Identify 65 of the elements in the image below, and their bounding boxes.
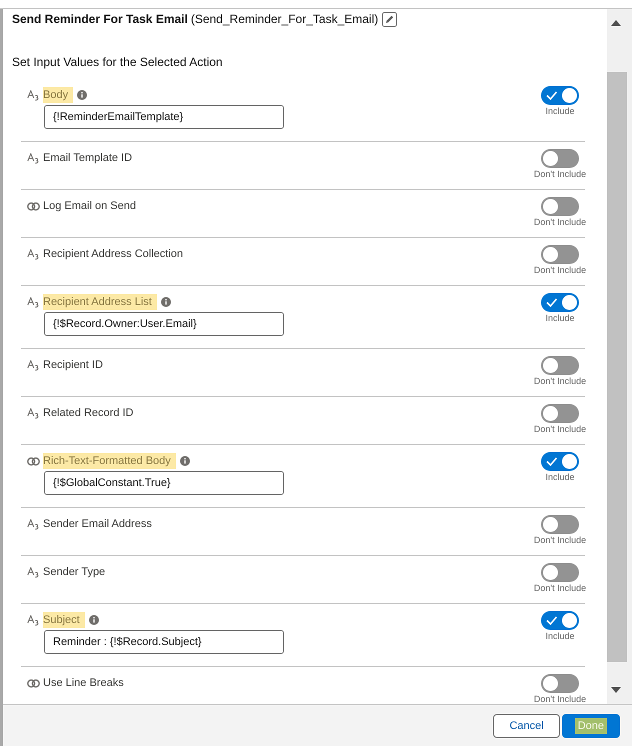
toggle-switch[interactable] — [541, 356, 579, 375]
toggle-caption: Don't Include — [534, 376, 586, 387]
toggle-caption: Don't Include — [534, 535, 586, 546]
toggle-caption: Include — [545, 631, 575, 642]
toggle-caption: Don't Include — [534, 169, 586, 180]
field-label: Sender Type — [43, 565, 106, 580]
field-label: Sender Email Address — [43, 517, 152, 532]
toggle-switch[interactable] — [541, 674, 579, 693]
text-type-icon — [27, 90, 40, 100]
toggle-caption: Include — [545, 106, 575, 117]
linked-rings-icon — [27, 456, 40, 466]
toggle-switch[interactable] — [541, 197, 579, 216]
input-field[interactable]: Reminder : {!$Record.Subject} — [44, 630, 284, 654]
linked-rings-icon — [27, 202, 40, 210]
toggle-switch[interactable] — [541, 149, 579, 168]
info-icon[interactable] — [160, 297, 171, 307]
toggle-caption: Don't Include — [534, 217, 586, 228]
field-label: Related Record ID — [43, 406, 134, 421]
text-type-icon — [27, 518, 40, 530]
field-label: Log Email on Send — [43, 199, 136, 214]
field-label: Subject — [43, 612, 85, 628]
toggle-caption: Don't Include — [534, 583, 586, 594]
info-icon[interactable] — [88, 615, 99, 625]
toggle-switch[interactable] — [541, 611, 579, 630]
field-label: Rich-Text-Formatted Body — [43, 453, 176, 469]
toggle-caption: Include — [545, 313, 575, 324]
edit-pencil-icon[interactable] — [382, 12, 398, 26]
toggle-switch[interactable] — [541, 245, 579, 264]
text-type-icon — [27, 566, 40, 578]
action-api-name: (Send_Reminder_For_Task_Email) — [190, 12, 378, 26]
toggle-caption: Don't Include — [534, 424, 586, 435]
field-label: Recipient Address Collection — [43, 247, 184, 262]
text-type-icon — [27, 360, 40, 370]
toggle-switch[interactable] — [541, 404, 579, 423]
info-icon[interactable] — [180, 456, 190, 466]
field-label: Recipient ID — [43, 358, 103, 373]
toggle-caption: Include — [545, 472, 575, 483]
toggle-switch[interactable] — [541, 563, 579, 582]
toggle-caption: Don't Include — [534, 694, 586, 704]
toggle-switch[interactable] — [541, 515, 579, 534]
linked-rings-icon — [27, 678, 40, 688]
toggle-caption: Don't Include — [534, 265, 586, 276]
field-label: Email Template ID — [43, 151, 132, 166]
input-field[interactable]: {!ReminderEmailTemplate} — [44, 105, 284, 129]
toggle-switch[interactable] — [541, 293, 579, 312]
scroll-down-icon[interactable] — [611, 687, 621, 693]
text-type-icon — [27, 248, 40, 260]
toggle-switch[interactable] — [541, 86, 579, 105]
field-label: Use Line Breaks — [43, 676, 124, 691]
scrollbar[interactable] — [607, 9, 632, 704]
action-title: Send Reminder For Task Email — [12, 12, 188, 26]
cancel-button[interactable]: Cancel — [493, 714, 560, 738]
info-icon[interactable] — [77, 90, 88, 100]
text-type-icon — [27, 152, 40, 164]
input-field[interactable]: {!$Record.Owner:User.Email} — [44, 312, 284, 336]
section-title: Set Input Values for the Selected Action — [11, 54, 224, 71]
toggle-switch[interactable] — [541, 452, 579, 471]
input-field[interactable]: {!$GlobalConstant.True} — [44, 471, 284, 495]
text-type-icon — [27, 408, 40, 418]
scrollbar-thumb[interactable] — [607, 72, 627, 662]
text-type-icon — [27, 296, 40, 308]
field-label: Body — [43, 87, 74, 103]
scroll-up-icon[interactable] — [611, 20, 621, 26]
text-type-icon — [27, 614, 40, 626]
field-label: Recipient Address List — [43, 294, 157, 310]
